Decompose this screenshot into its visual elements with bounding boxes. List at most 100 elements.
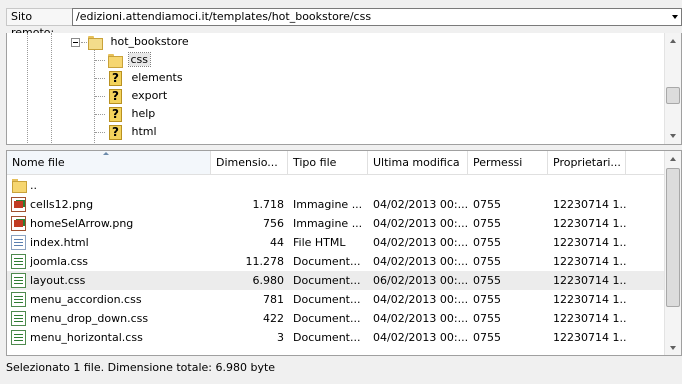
tree-item-export[interactable]: ? export	[109, 87, 169, 105]
file-row[interactable]: ..	[7, 176, 666, 195]
file-type: Immagine ...	[293, 198, 363, 211]
file-row[interactable]: menu_horizontal.css 3 Document... 04/02/201…	[7, 328, 666, 347]
tree-item-label: help	[131, 107, 156, 120]
column-header-name[interactable]: Nome file	[7, 151, 211, 174]
css-file-icon	[11, 330, 26, 345]
file-permissions: 0755	[473, 274, 501, 287]
tree-branch-line	[95, 132, 105, 133]
file-modified: 04/02/2013 00:...	[373, 236, 469, 249]
file-modified: 04/02/2013 00:...	[373, 331, 469, 344]
file-name: homeSelArrow.png	[30, 217, 134, 230]
file-size: 3	[277, 331, 284, 344]
scroll-thumb[interactable]	[666, 168, 680, 307]
column-header-modified[interactable]: Ultima modifica	[368, 151, 468, 174]
file-list-header: Nome file Dimensio... Tipo file Ultima m…	[7, 151, 666, 175]
file-row[interactable]: index.html 44 File HTML 04/02/2013 00:... 07…	[7, 233, 666, 252]
file-name: layout.css	[30, 274, 86, 287]
tree-vertical-scrollbar[interactable]	[664, 33, 681, 144]
file-owner: 12230714 1...	[553, 274, 627, 287]
column-header-label: Permessi	[473, 156, 523, 169]
tree-branch-line	[95, 78, 105, 79]
column-header-label: Tipo file	[293, 156, 337, 169]
status-text: Selezionato 1 file. Dimensione totale: 6…	[6, 361, 276, 374]
file-permissions: 0755	[473, 217, 501, 230]
tree-item-hot-bookstore[interactable]: hot_bookstore	[87, 33, 191, 51]
file-permissions: 0755	[473, 331, 501, 344]
scroll-thumb[interactable]	[666, 87, 680, 104]
tree-branch-line	[95, 114, 105, 115]
file-name: ..	[30, 179, 37, 192]
tree-branch-line	[95, 60, 105, 61]
collapse-toggle[interactable]	[71, 38, 80, 47]
file-modified: 04/02/2013 00:...	[373, 312, 469, 325]
sort-ascending-icon	[103, 152, 109, 155]
file-owner: 12230714 1...	[553, 293, 627, 306]
file-type: File HTML	[293, 236, 346, 249]
file-row[interactable]: homeSelArrow.png 756 Immagine ... 04/02/201…	[7, 214, 666, 233]
tree-guide-line	[51, 33, 52, 144]
scroll-down-icon[interactable]	[665, 340, 681, 355]
css-file-icon	[11, 311, 26, 326]
column-header-label: Dimensio...	[216, 156, 278, 169]
file-modified: 06/02/2013 00:...	[373, 274, 469, 287]
file-row[interactable]: cells12.png 1.718 Immagine ... 04/02/2013 0…	[7, 195, 666, 214]
column-header-label: Nome file	[12, 156, 65, 169]
unknown-folder-icon: ?	[109, 88, 122, 104]
tree-item-label: elements	[131, 71, 183, 84]
unknown-folder-icon: ?	[109, 124, 122, 140]
html-file-icon	[11, 235, 26, 250]
column-header-type[interactable]: Tipo file	[288, 151, 368, 174]
file-modified: 04/02/2013 00:...	[373, 293, 469, 306]
file-size: 6.980	[252, 274, 285, 287]
open-folder-icon	[87, 35, 103, 50]
image-file-icon	[11, 216, 26, 231]
file-list-vertical-scrollbar[interactable]	[664, 151, 681, 355]
image-file-icon	[11, 197, 26, 212]
file-row[interactable]: layout.css 6.980 Document... 06/02/2013 00:…	[7, 271, 666, 290]
file-row[interactable]: menu_drop_down.css 422 Document... 04/02/20…	[7, 309, 666, 328]
column-header-owner[interactable]: Proprietari...	[548, 151, 626, 174]
file-owner: 12230714 1...	[553, 217, 627, 230]
remote-site-bar: Sito remoto: /edizioni.attendiamoci.it/t…	[0, 0, 682, 39]
tree-guide-line	[27, 33, 28, 144]
tree-item-help[interactable]: ? help	[109, 105, 157, 123]
file-size: 11.278	[245, 255, 285, 268]
file-row[interactable]: menu_accordion.css 781 Document... 04/02/20…	[7, 290, 666, 309]
file-row[interactable]: joomla.css 11.278 Document... 04/02/2013 00…	[7, 252, 666, 271]
file-name: menu_horizontal.css	[30, 331, 143, 344]
file-size: 1.718	[252, 198, 285, 211]
tree-item-html[interactable]: ? html	[109, 123, 159, 141]
file-modified: 04/02/2013 00:...	[373, 198, 469, 211]
status-bar: Selezionato 1 file. Dimensione totale: 6…	[0, 357, 682, 384]
tree-item-elements[interactable]: ? elements	[109, 69, 185, 87]
tree-item-label: html	[131, 125, 157, 138]
unknown-folder-icon: ?	[109, 106, 122, 122]
file-owner: 12230714 1...	[553, 331, 627, 344]
css-file-icon	[11, 292, 26, 307]
file-name: cells12.png	[30, 198, 94, 211]
remote-site-label: Sito remoto:	[6, 8, 72, 39]
file-permissions: 0755	[473, 293, 501, 306]
scroll-up-icon[interactable]	[665, 33, 681, 50]
file-owner: 12230714 1...	[553, 255, 627, 268]
scroll-up-icon[interactable]	[665, 151, 681, 168]
remote-directory-tree: hot_bookstore css ? elements ? export ? …	[6, 33, 682, 145]
folder-icon	[107, 53, 123, 68]
file-owner: 12230714 1...	[553, 312, 627, 325]
column-header-permissions[interactable]: Permessi	[468, 151, 548, 174]
remote-file-list: Nome file Dimensio... Tipo file Ultima m…	[6, 150, 682, 356]
file-type: Document...	[293, 255, 361, 268]
tree-branch-line	[95, 96, 105, 97]
file-size: 422	[263, 312, 284, 325]
remote-path-value: /edizioni.attendiamoci.it/templates/hot_…	[76, 10, 372, 23]
file-size: 781	[263, 293, 284, 306]
column-header-label: Proprietari...	[553, 156, 621, 169]
column-header-size[interactable]: Dimensio...	[211, 151, 288, 174]
tree-item-css[interactable]: css	[107, 51, 151, 69]
file-permissions: 0755	[473, 198, 501, 211]
chevron-down-icon[interactable]	[672, 15, 678, 19]
column-header-label: Ultima modifica	[373, 156, 460, 169]
scroll-down-icon[interactable]	[665, 128, 681, 144]
remote-path-combobox[interactable]: /edizioni.attendiamoci.it/templates/hot_…	[72, 8, 682, 26]
file-modified: 04/02/2013 00:...	[373, 255, 469, 268]
